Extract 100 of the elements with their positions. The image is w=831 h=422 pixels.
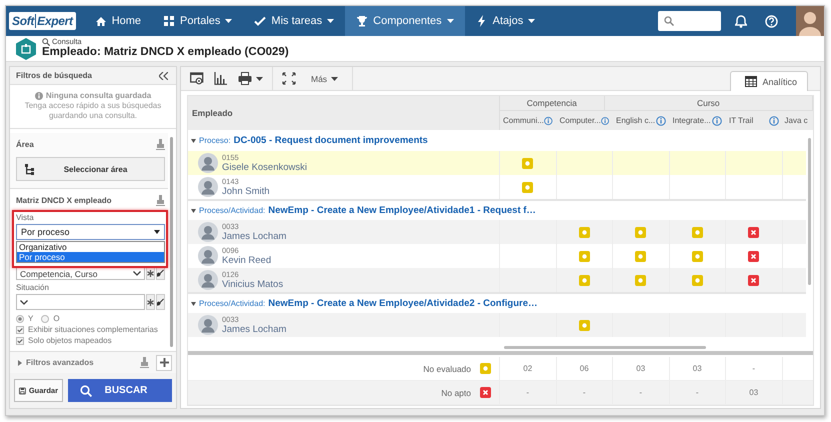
radio-label: O [53, 314, 60, 323]
chevron-icon [133, 270, 141, 276]
avatar-icon [198, 177, 218, 197]
asterisk-icon [147, 298, 154, 306]
tree-icon [25, 164, 35, 174]
count-value: 03 [749, 388, 758, 397]
select-area-button[interactable]: Seleccionar área [16, 157, 165, 181]
group-title: NewEmp - Create a New Employee/Atividade2 - Configure… [268, 298, 538, 309]
grid-icon [163, 15, 176, 27]
search-icon [42, 38, 50, 46]
caret-icon [154, 230, 160, 234]
count-value: - [526, 388, 530, 397]
search-icon [664, 16, 674, 26]
dropdown-option[interactable]: Organizativo [17, 242, 164, 252]
group-toggle[interactable]: Proceso: DC-005 - Request document improvements [191, 135, 428, 146]
plus-icon [160, 358, 168, 367]
nav-menu-item[interactable]: Componentes [345, 6, 465, 36]
nav-menu-item[interactable]: Mis tareas [243, 6, 346, 36]
advanced-filters-toggle[interactable]: Filtros avanzados [18, 358, 94, 367]
count-value: - [639, 388, 642, 397]
caret-icon [256, 76, 263, 80]
radio-label: Y [28, 314, 34, 323]
group-title: NewEmp - Create a New Employee/Atividade1 - Request f… [268, 205, 536, 216]
printer-icon [238, 72, 252, 85]
avatar-icon [198, 153, 218, 173]
scrollbar[interactable] [504, 346, 706, 348]
check-icon [254, 15, 266, 27]
bell-icon[interactable] [735, 14, 747, 28]
expand-icon [282, 72, 296, 85]
bolt-icon [476, 15, 488, 27]
group-toggle[interactable]: Proceso/Actividad: NewEmp - Create a New Employee/Atividade2 - Configure… [191, 298, 538, 309]
count-value: - [582, 388, 586, 397]
employee-name[interactable]: Gisele Kosenkowski [222, 162, 308, 172]
radio-button[interactable] [16, 314, 24, 322]
column-header: Communi... [503, 116, 544, 125]
caret-icon [331, 76, 338, 80]
field-label: Situación [16, 283, 50, 292]
column-header: Computer... [560, 116, 601, 125]
column-group-header: Competencia [500, 96, 605, 110]
table-icon [745, 76, 758, 87]
brush-icon [157, 298, 164, 306]
page-title: Empleado: Matriz DNCD X empleado (CO029) [42, 46, 289, 59]
asterisk-button[interactable] [146, 294, 155, 310]
group-title: DC-005 - Request document improvements [234, 135, 428, 146]
add-button[interactable] [156, 354, 172, 370]
nav-menu-item[interactable]: Home [84, 6, 152, 36]
checkbox[interactable] [16, 326, 24, 334]
avatar-icon [198, 222, 218, 242]
chevron-icon [20, 300, 28, 304]
search-field[interactable] [658, 11, 721, 31]
column-group-header: Curso [604, 96, 813, 110]
scrollbar[interactable] [808, 138, 811, 285]
group-label: Proceso: [199, 136, 231, 145]
dropdown-option[interactable]: Por proceso [17, 252, 164, 262]
scrollbar[interactable] [170, 137, 173, 347]
column-header: Java c [784, 116, 808, 125]
view-dropdown[interactable]: Por proceso [16, 224, 165, 240]
caret-down-icon [191, 208, 196, 212]
asterisk-icon [147, 270, 154, 276]
help-icon[interactable] [765, 14, 778, 28]
count-value: - [696, 388, 699, 397]
nav-menu-item[interactable]: Atajos [464, 6, 546, 36]
splitter-handle[interactable] [188, 351, 813, 355]
count-value: 03 [692, 364, 702, 373]
nav-menu-item[interactable]: Portales [152, 6, 244, 36]
eraser-button[interactable] [156, 294, 165, 310]
count-value: - [752, 364, 756, 373]
group-label: Proceso/Actividad: [199, 299, 266, 308]
notice-title: Ninguna consulta guardada [46, 91, 152, 101]
employee-name[interactable]: James Locham [222, 230, 286, 242]
employee-name[interactable]: John Smith [222, 186, 270, 196]
group-toggle[interactable]: Proceso/Actividad: NewEmp - Create a New Employee/Atividade1 - Request f… [191, 205, 536, 216]
count-value: 03 [636, 364, 646, 373]
trophy-icon [356, 15, 368, 27]
caret-down-icon [191, 302, 196, 306]
legend-label: No apto [441, 388, 471, 398]
save-icon [19, 386, 26, 396]
situation-field[interactable] [16, 294, 145, 310]
collapse-icon[interactable] [159, 72, 168, 80]
column-header: Integrate... [672, 116, 711, 125]
employee-name[interactable]: James Locham [222, 324, 286, 334]
more-button[interactable]: Más [301, 68, 348, 88]
avatar-icon [198, 315, 218, 335]
search-button[interactable]: BUSCAR [68, 379, 172, 402]
employee-name[interactable]: Kevin Reed [222, 254, 272, 266]
column-header: IT Trail [729, 116, 754, 125]
radio-button[interactable] [41, 314, 50, 322]
checkbox-label: Exhibir situaciones complementarias [28, 325, 158, 334]
avatar-icon[interactable] [796, 6, 824, 36]
group-label: Proceso/Actividad: [199, 206, 266, 215]
preview-icon [190, 72, 204, 85]
view-tab[interactable]: Analítico [730, 71, 808, 91]
logo[interactable]: Soft Expert [9, 12, 76, 30]
eraser-icon [156, 138, 165, 150]
avatar-icon [198, 246, 218, 266]
employee-name[interactable]: Vinicius Matos [222, 278, 284, 290]
eraser-icon [156, 194, 165, 206]
count-value: 02 [523, 364, 532, 373]
checkbox[interactable] [16, 336, 24, 344]
count-value: 06 [580, 364, 589, 373]
